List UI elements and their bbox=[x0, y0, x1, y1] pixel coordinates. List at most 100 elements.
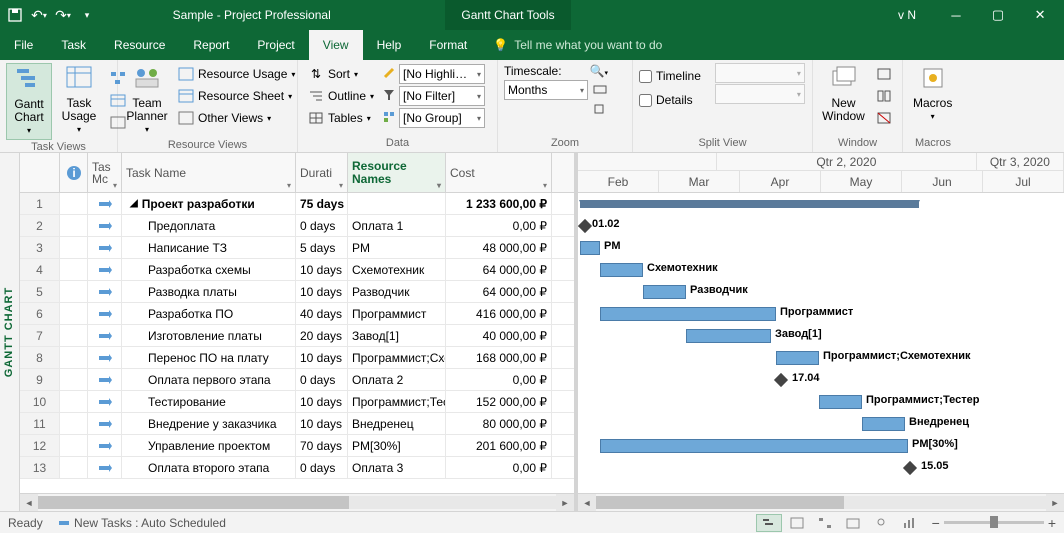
row-number[interactable]: 2 bbox=[20, 215, 60, 236]
cell-resources[interactable]: Программист;Схемотехник bbox=[348, 347, 446, 368]
table-row[interactable]: 8Перенос ПО на плату10 daysПрограммист;С… bbox=[20, 347, 574, 369]
row-number[interactable]: 1 bbox=[20, 193, 60, 214]
milestone[interactable] bbox=[774, 373, 788, 387]
gantt-chart-button[interactable]: Gantt Chart▾ bbox=[6, 63, 52, 140]
cell-taskname[interactable]: Изготовление платы bbox=[122, 325, 296, 346]
resource-sheet-button[interactable]: Resource Sheet▾ bbox=[174, 85, 299, 107]
cell-duration[interactable]: 70 days bbox=[296, 435, 348, 456]
cell-resources[interactable]: Программист;Тестер bbox=[348, 391, 446, 412]
zoom-out-icon[interactable]: − bbox=[932, 515, 940, 531]
gantt-row[interactable]: Программист bbox=[578, 303, 1064, 325]
cell-resources[interactable]: Оплата 1 bbox=[348, 215, 446, 236]
table-row[interactable]: 13Оплата второго этапа0 daysОплата 30,00… bbox=[20, 457, 574, 479]
col-duration[interactable]: Durati▾ bbox=[296, 153, 348, 192]
cell-duration[interactable]: 10 days bbox=[296, 413, 348, 434]
cell-duration[interactable]: 40 days bbox=[296, 303, 348, 324]
details-checkbox[interactable]: Details bbox=[639, 89, 701, 111]
tab-project[interactable]: Project bbox=[243, 30, 308, 60]
table-row[interactable]: 1◢Проект разработки75 days1 233 600,00 ₽ bbox=[20, 193, 574, 215]
switch-windows-button[interactable] bbox=[872, 63, 896, 85]
cell-resources[interactable]: Разводчик bbox=[348, 281, 446, 302]
sort-button[interactable]: ⇅Sort▾ bbox=[304, 63, 378, 85]
col-taskname[interactable]: Task Name▾ bbox=[122, 153, 296, 192]
status-newtasks[interactable]: New Tasks : Auto Scheduled bbox=[57, 516, 226, 530]
cell-cost[interactable]: 48 000,00 ₽ bbox=[446, 237, 552, 258]
cell-resources[interactable]: Схемотехник bbox=[348, 259, 446, 280]
cell-cost[interactable]: 201 600,00 ₽ bbox=[446, 435, 552, 456]
row-number[interactable]: 11 bbox=[20, 413, 60, 434]
qat-customize-icon[interactable]: ▾ bbox=[76, 4, 98, 26]
gantt-row[interactable]: Программист;Схемотехник bbox=[578, 347, 1064, 369]
cell-cost[interactable]: 152 000,00 ₽ bbox=[446, 391, 552, 412]
col-addnew[interactable] bbox=[552, 153, 574, 192]
cell-taskname[interactable]: Оплата второго этапа bbox=[122, 457, 296, 478]
task-bar[interactable] bbox=[686, 329, 771, 343]
cell-taskname[interactable]: ◢Проект разработки bbox=[122, 193, 296, 214]
hide-button[interactable] bbox=[872, 107, 896, 129]
cell-resources[interactable]: Завод[1] bbox=[348, 325, 446, 346]
gantt-row[interactable]: Схемотехник bbox=[578, 259, 1064, 281]
arrange-all-button[interactable] bbox=[872, 85, 896, 107]
task-bar[interactable] bbox=[580, 241, 600, 255]
cell-duration[interactable]: 0 days bbox=[296, 215, 348, 236]
cell-cost[interactable]: 0,00 ₽ bbox=[446, 457, 552, 478]
table-row[interactable]: 2Предоплата0 daysОплата 10,00 ₽ bbox=[20, 215, 574, 237]
view-gantt-icon[interactable] bbox=[756, 514, 782, 532]
cell-cost[interactable]: 1 233 600,00 ₽ bbox=[446, 193, 552, 214]
cell-taskname[interactable]: Внедрение у заказчика bbox=[122, 413, 296, 434]
col-rownum[interactable] bbox=[20, 153, 60, 192]
tell-me[interactable]: 💡Tell me what you want to do bbox=[481, 38, 674, 52]
minimize-button[interactable]: ─ bbox=[936, 1, 976, 29]
col-indicators[interactable]: i bbox=[60, 153, 88, 192]
cell-resources[interactable]: PM[30%] bbox=[348, 435, 446, 456]
group-combo[interactable]: [No Group]▾ bbox=[399, 108, 485, 128]
view-bar[interactable]: GANTT CHART bbox=[0, 153, 20, 511]
cell-duration[interactable]: 10 days bbox=[296, 259, 348, 280]
grid-hscroll[interactable]: ◄► bbox=[20, 493, 574, 511]
cell-duration[interactable]: 10 days bbox=[296, 391, 348, 412]
task-bar[interactable] bbox=[776, 351, 819, 365]
task-bar[interactable] bbox=[600, 263, 643, 277]
view-report-icon[interactable] bbox=[896, 514, 922, 532]
row-number[interactable]: 6 bbox=[20, 303, 60, 324]
task-bar[interactable] bbox=[819, 395, 862, 409]
cell-cost[interactable]: 80 000,00 ₽ bbox=[446, 413, 552, 434]
filter-combo[interactable]: [No Filter]▾ bbox=[399, 86, 485, 106]
row-number[interactable]: 4 bbox=[20, 259, 60, 280]
row-number[interactable]: 12 bbox=[20, 435, 60, 456]
table-row[interactable]: 11 Внедрение у заказчика10 daysВнедренец8… bbox=[20, 413, 574, 435]
row-number[interactable]: 5 bbox=[20, 281, 60, 302]
redo-icon[interactable]: ↷▾ bbox=[52, 4, 74, 26]
summary-bar[interactable] bbox=[580, 200, 919, 208]
view-network-icon[interactable] bbox=[812, 514, 838, 532]
cell-taskname[interactable]: Оплата первого этапа bbox=[122, 369, 296, 390]
zoom-slider[interactable]: − + bbox=[932, 515, 1056, 531]
cell-duration[interactable]: 0 days bbox=[296, 369, 348, 390]
task-bar[interactable] bbox=[600, 307, 776, 321]
col-taskmode[interactable]: Tas Mc▾ bbox=[88, 153, 122, 192]
resource-usage-button[interactable]: Resource Usage▾ bbox=[174, 63, 299, 85]
cell-taskname[interactable]: Разводка платы bbox=[122, 281, 296, 302]
cell-taskname[interactable]: Разработка ПО bbox=[122, 303, 296, 324]
view-calendar-icon[interactable] bbox=[840, 514, 866, 532]
timescale-combo[interactable]: Months▾ bbox=[504, 80, 588, 100]
cell-resources[interactable]: Программист bbox=[348, 303, 446, 324]
save-icon[interactable] bbox=[4, 4, 26, 26]
row-number[interactable]: 8 bbox=[20, 347, 60, 368]
table-row[interactable]: 6Разработка ПО40 daysПрограммист416 000,… bbox=[20, 303, 574, 325]
timescale-header[interactable]: Qtr 2, 2020Qtr 3, 2020 FebMarAprMayJunJu… bbox=[578, 153, 1064, 193]
maximize-button[interactable]: ▢ bbox=[978, 1, 1018, 29]
row-number[interactable]: 7 bbox=[20, 325, 60, 346]
outline-button[interactable]: Outline▾ bbox=[304, 85, 378, 107]
cell-resources[interactable]: Внедренец bbox=[348, 413, 446, 434]
gantt-row[interactable]: Программист;Тестер bbox=[578, 391, 1064, 413]
view-resource-icon[interactable] bbox=[868, 514, 894, 532]
cell-cost[interactable]: 64 000,00 ₽ bbox=[446, 281, 552, 302]
cell-taskname[interactable]: Предоплата bbox=[122, 215, 296, 236]
macros-button[interactable]: Macros▾ bbox=[909, 63, 956, 125]
gantt-row[interactable]: Завод[1] bbox=[578, 325, 1064, 347]
col-resources[interactable]: Resource Names▾ bbox=[348, 153, 446, 192]
table-row[interactable]: 9Оплата первого этапа0 daysОплата 20,00 … bbox=[20, 369, 574, 391]
tab-report[interactable]: Report bbox=[179, 30, 243, 60]
col-cost[interactable]: Cost▾ bbox=[446, 153, 552, 192]
